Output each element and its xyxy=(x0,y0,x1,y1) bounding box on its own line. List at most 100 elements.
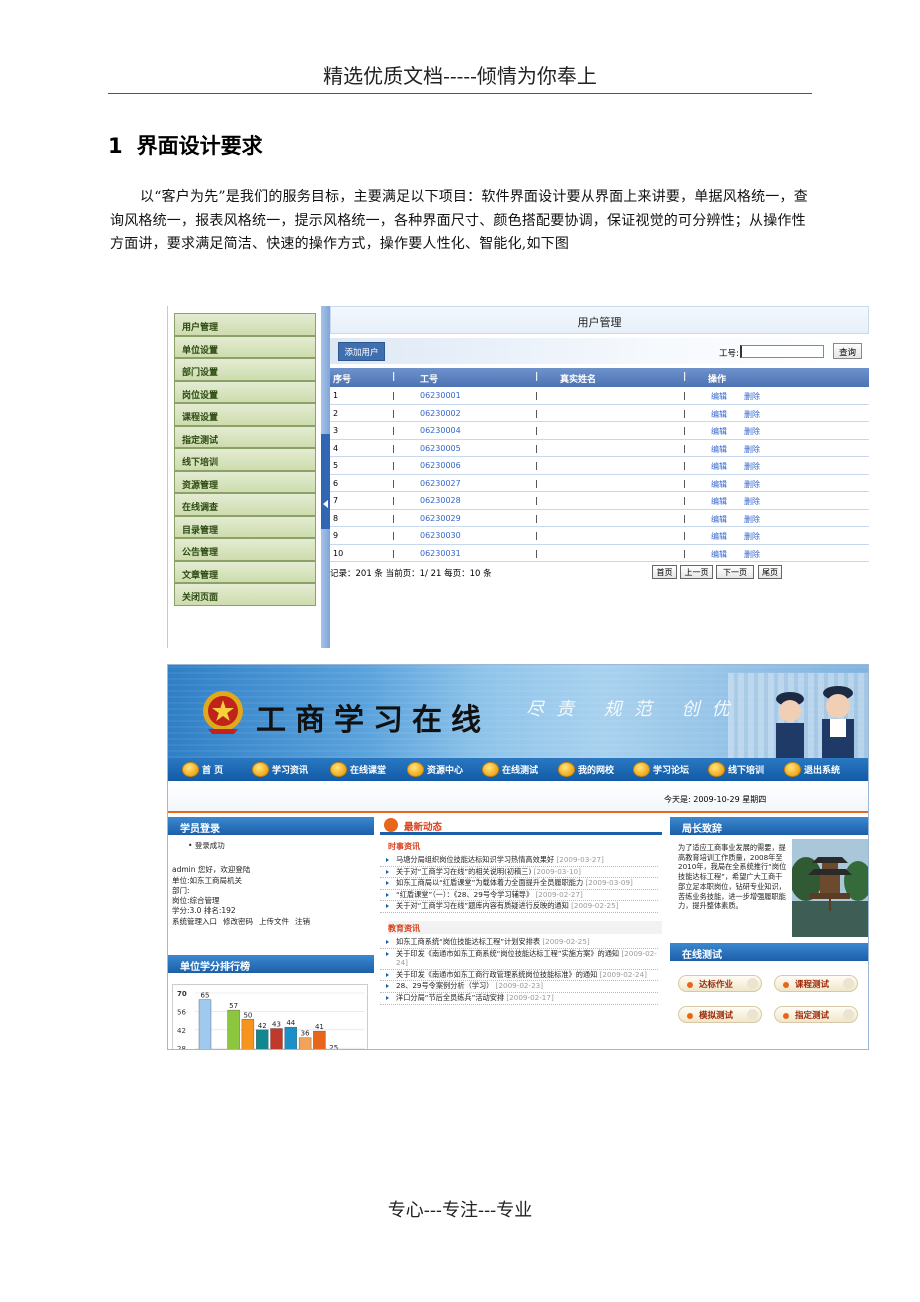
nav-logout[interactable]: 退出系统 xyxy=(784,762,840,778)
row-employee-id[interactable]: 06230006 xyxy=(420,461,461,470)
nav-resource-center[interactable]: 资源中心 xyxy=(407,762,463,778)
news-item-title[interactable]: 28、29号令案例分析（学习） xyxy=(396,981,493,990)
nav-online-classroom[interactable]: 在线课堂 xyxy=(330,762,386,778)
news-item[interactable]: 如东工商系统“岗位技能达标工程”计划安排表 [2009-02-25] xyxy=(380,937,658,949)
collapse-arrow-icon[interactable] xyxy=(323,500,328,508)
arrow-right-icon xyxy=(747,978,758,989)
add-user-button[interactable]: 添加用户 xyxy=(338,342,385,361)
first-page-button[interactable]: 首页 xyxy=(652,565,677,579)
menu-item-online-survey[interactable]: 在线调查 xyxy=(174,493,316,516)
news-item[interactable]: 关于印发《南通市如东工商系统“岗位技能达标工程”实施方案》的通知 [2009-0… xyxy=(380,949,658,970)
menu-item-post-settings[interactable]: 岗位设置 xyxy=(174,380,316,403)
row-employee-id[interactable]: 06230030 xyxy=(420,531,461,540)
menu-item-assigned-tests[interactable]: 指定测试 xyxy=(174,425,316,448)
edit-link[interactable]: 编辑 xyxy=(711,409,727,420)
menu-item-resource-management[interactable]: 资源管理 xyxy=(174,470,316,493)
news-item[interactable]: 马塘分局组织岗位技能达标知识学习热情高效果好 [2009-03-27] xyxy=(380,855,658,867)
nav-my-school[interactable]: 我的网校 xyxy=(558,762,614,778)
news-item[interactable]: 关于对“工商学习在线”的相关说明(初稿三) [2009-03-10] xyxy=(380,867,658,879)
next-page-button[interactable]: 下一页 xyxy=(716,565,754,579)
menu-item-catalog-management[interactable]: 目录管理 xyxy=(174,515,316,538)
employee-id-search-input[interactable] xyxy=(740,345,824,358)
news-item[interactable]: 关于印发《南通市如东工商行政管理系统岗位技能标准》的通知 [2009-02-24… xyxy=(380,970,658,982)
news-item[interactable]: 28、29号令案例分析（学习） [2009-02-23] xyxy=(380,981,658,993)
news-item-title[interactable]: 马塘分局组织岗位技能达标知识学习热情高效果好 xyxy=(396,855,554,864)
news-item-date: [2009-02-24] xyxy=(599,969,647,979)
mock-test-button[interactable]: 模拟测试 xyxy=(678,1006,762,1023)
delete-link[interactable]: 删除 xyxy=(744,514,760,525)
menu-item-course-settings[interactable]: 课程设置 xyxy=(174,403,316,426)
menu-item-close-page[interactable]: 关闭页面 xyxy=(174,583,316,606)
news-item-title[interactable]: 如东工商系统“岗位技能达标工程”计划安排表 xyxy=(396,937,540,946)
menu-item-article-management[interactable]: 文章管理 xyxy=(174,560,316,583)
delete-link[interactable]: 删除 xyxy=(744,444,760,455)
collapse-handle[interactable] xyxy=(321,434,330,529)
news-item-title[interactable]: “红盾课堂”（一）：《28、29号令学习辅导》 xyxy=(396,890,533,899)
nav-learning-news[interactable]: 学习资讯 xyxy=(252,762,308,778)
pagoda-photo xyxy=(792,839,868,937)
col-separator: | xyxy=(683,426,686,435)
search-button[interactable]: 查询 xyxy=(833,343,862,359)
nav-online-test[interactable]: 在线测试 xyxy=(482,762,538,778)
news-item-title[interactable]: 关于对“工商学习在线”的相关说明(初稿三) xyxy=(396,867,531,876)
edit-link[interactable]: 编辑 xyxy=(711,496,727,507)
row-employee-id[interactable]: 06230028 xyxy=(420,496,461,505)
edit-link[interactable]: 编辑 xyxy=(711,479,727,490)
delete-link[interactable]: 删除 xyxy=(744,531,760,542)
delete-link[interactable]: 删除 xyxy=(744,391,760,402)
news-item-title[interactable]: 如东工商局以“红盾课堂”为载体着力全面提升全员履职能力 xyxy=(396,878,583,887)
admin-entry-link[interactable]: 系统管理入口 xyxy=(172,917,217,926)
row-employee-id[interactable]: 06230031 xyxy=(420,549,461,558)
section-heading: 1 界面设计要求 xyxy=(108,130,263,160)
course-test-button[interactable]: 课程测试 xyxy=(774,975,858,992)
table-row: 9 | 06230030 | | 编辑 删除 xyxy=(330,527,869,545)
col-separator: | xyxy=(392,443,395,453)
chart-y-tick: 56 xyxy=(177,1008,186,1016)
delete-link[interactable]: 删除 xyxy=(744,549,760,560)
menu-item-unit-settings[interactable]: 单位设置 xyxy=(174,335,316,358)
change-password-link[interactable]: 修改密码 xyxy=(223,917,253,926)
assigned-test-button[interactable]: 指定测试 xyxy=(774,1006,858,1023)
row-employee-id[interactable]: 06230005 xyxy=(420,444,461,453)
row-employee-id[interactable]: 06230029 xyxy=(420,514,461,523)
menu-item-offline-training[interactable]: 线下培训 xyxy=(174,448,316,471)
row-employee-id[interactable]: 06230004 xyxy=(420,426,461,435)
nav-forum[interactable]: 学习论坛 xyxy=(633,762,689,778)
delete-link[interactable]: 删除 xyxy=(744,496,760,507)
row-employee-id[interactable]: 06230002 xyxy=(420,409,461,418)
row-employee-id[interactable]: 06230027 xyxy=(420,479,461,488)
news-item[interactable]: 洋口分局“节后全员练兵”活动安排 [2009-02-17] xyxy=(380,993,658,1005)
row-seq: 9 xyxy=(333,531,339,540)
news-item[interactable]: 如东工商局以“红盾课堂”为载体着力全面提升全员履职能力 [2009-03-09] xyxy=(380,878,658,890)
edit-link[interactable]: 编辑 xyxy=(711,444,727,455)
edit-link[interactable]: 编辑 xyxy=(711,531,727,542)
nav-home[interactable]: 首 页 xyxy=(182,762,223,778)
news-item-title[interactable]: 关于对“工商学习在线”题库内容有质疑进行反映的通知 xyxy=(396,901,569,910)
prev-page-button[interactable]: 上一页 xyxy=(680,565,713,579)
upload-file-link[interactable]: 上传文件 xyxy=(259,917,289,926)
standard-homework-button[interactable]: 达标作业 xyxy=(678,975,762,992)
edit-link[interactable]: 编辑 xyxy=(711,514,727,525)
edit-link[interactable]: 编辑 xyxy=(711,391,727,402)
arrow-right-icon xyxy=(843,1009,854,1020)
delete-link[interactable]: 删除 xyxy=(744,426,760,437)
delete-link[interactable]: 删除 xyxy=(744,461,760,472)
col-separator: | xyxy=(683,513,686,523)
delete-link[interactable]: 删除 xyxy=(744,479,760,490)
last-page-button[interactable]: 尾页 xyxy=(758,565,782,579)
menu-item-notice-management[interactable]: 公告管理 xyxy=(174,538,316,561)
news-item-title[interactable]: 关于印发《南通市如东工商系统“岗位技能达标工程”实施方案》的通知 xyxy=(396,949,619,958)
news-item[interactable]: 关于对“工商学习在线”题库内容有质疑进行反映的通知 [2009-02-25] xyxy=(380,901,658,913)
nav-offline-training[interactable]: 线下培训 xyxy=(708,762,764,778)
news-item[interactable]: “红盾课堂”（一）：《28、29号令学习辅导》 [2009-02-27] xyxy=(380,890,658,902)
row-employee-id[interactable]: 06230001 xyxy=(420,391,461,400)
edit-link[interactable]: 编辑 xyxy=(711,549,727,560)
menu-item-department-settings[interactable]: 部门设置 xyxy=(174,358,316,381)
logout-link[interactable]: 注销 xyxy=(295,917,310,926)
delete-link[interactable]: 删除 xyxy=(744,409,760,420)
menu-item-user-management[interactable]: 用户管理 xyxy=(174,313,316,336)
news-item-title[interactable]: 洋口分局“节后全员练兵”活动安排 xyxy=(396,993,504,1002)
edit-link[interactable]: 编辑 xyxy=(711,426,727,437)
news-item-title[interactable]: 关于印发《南通市如东工商行政管理系统岗位技能标准》的通知 xyxy=(396,970,597,979)
edit-link[interactable]: 编辑 xyxy=(711,461,727,472)
